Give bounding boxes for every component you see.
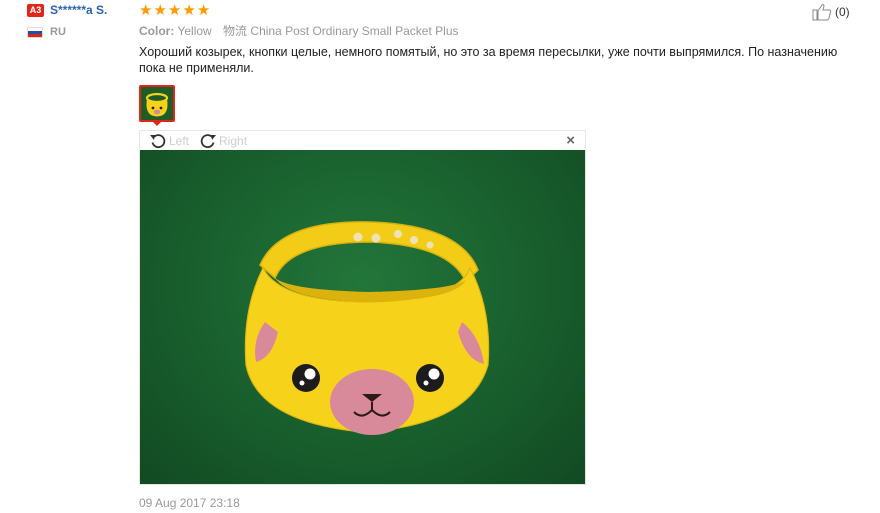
reviewer-info: A3 S******a S. RU [27,2,137,38]
viewer-toolbar: Left Right × [140,131,585,150]
rotate-left-button[interactable]: Left [149,133,189,149]
rotate-right-label: Right [219,133,248,148]
star-icon: ★ [167,1,182,19]
star-icon: ★ [182,1,196,19]
rotate-left-label: Left [169,133,190,148]
rotate-right-button[interactable]: Right [199,133,247,149]
rotate-left-icon [150,133,166,148]
review-content: ★ ★ ★ ★ ★ Color: Yellow 物流 China Post Or… [139,2,859,76]
review-photo-thumbnail[interactable] [139,85,175,122]
thumbnail-image [141,87,173,120]
color-label: Color: [139,24,175,38]
color-value: Yellow [177,24,212,38]
shipping-label: 物流 [223,24,248,38]
product-photo-image [244,221,490,435]
close-icon[interactable]: × [566,133,575,148]
thumbnail-pointer [152,121,162,126]
order-info: Color: Yellow 物流 China Post Ordinary Sma… [139,22,859,38]
helpful-button[interactable]: (0) [812,3,850,21]
country-code: RU [50,26,66,38]
helpful-count: (0) [835,5,850,19]
star-icon: ★ [139,1,153,19]
star-rating: ★ ★ ★ ★ ★ [139,2,859,18]
star-icon: ★ [153,1,167,19]
photo-viewer: Left Right × [139,130,586,485]
level-badge: A3 [27,3,44,17]
review-text: Хороший козырек, кнопки целые, немного п… [139,45,838,75]
shipping-value: China Post Ordinary Small Packet Plus [250,24,459,38]
review-date: 09 Aug 2017 23:18 [139,496,240,510]
thumbs-up-icon [812,4,832,21]
star-icon: ★ [196,1,211,19]
russia-flag-icon [27,26,43,38]
review-photo [140,150,585,484]
rotate-right-icon [200,133,217,148]
reviewer-name[interactable]: S******a S. [50,3,107,17]
